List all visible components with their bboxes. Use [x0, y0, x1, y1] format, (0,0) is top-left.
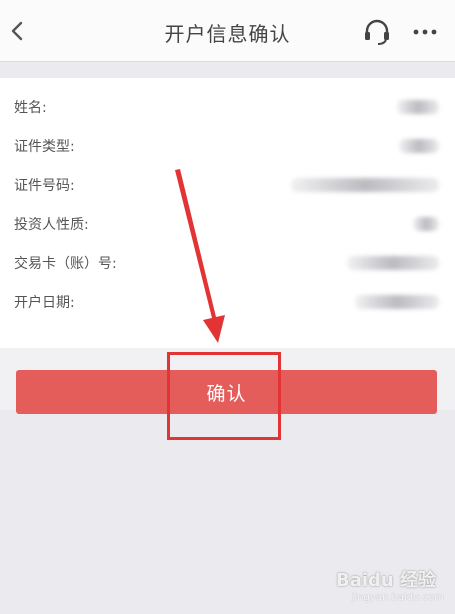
- blurred-value: [397, 100, 439, 114]
- headset-icon[interactable]: [362, 17, 392, 47]
- field-row-trade-account: 交易卡（账）号:: [0, 252, 455, 276]
- blurred-value: [291, 178, 439, 192]
- field-row-investor-type: 投资人性质:: [0, 213, 455, 237]
- field-label: 证件类型:: [14, 139, 75, 155]
- highlight-box: [167, 352, 281, 440]
- field-row-id-type: 证件类型:: [0, 135, 455, 159]
- field-label: 证件号码:: [14, 178, 75, 194]
- field-label: 投资人性质:: [14, 217, 89, 233]
- more-dots-icon[interactable]: [410, 18, 440, 44]
- blurred-value: [399, 139, 439, 153]
- watermark-url: jingyan.baidu.com: [351, 592, 444, 603]
- field-row-open-date: 开户日期:: [0, 291, 455, 315]
- top-bar: 开户信息确认: [0, 0, 455, 62]
- account-info-panel: 姓名: 证件类型: 证件号码: 投资人性质: 交易卡（账）号: 开户日期:: [0, 78, 455, 348]
- watermark-logo: Baidu 经验: [336, 570, 437, 591]
- blurred-value: [413, 217, 439, 231]
- watermark: Baidu 经验 jingyan.baidu.com: [336, 566, 446, 610]
- field-row-name: 姓名:: [0, 96, 455, 120]
- field-label: 姓名:: [14, 100, 47, 116]
- field-label: 交易卡（账）号:: [14, 256, 117, 272]
- field-label: 开户日期:: [14, 295, 75, 311]
- blurred-value: [347, 256, 439, 270]
- field-row-id-number: 证件号码:: [0, 174, 455, 198]
- blurred-value: [355, 295, 439, 309]
